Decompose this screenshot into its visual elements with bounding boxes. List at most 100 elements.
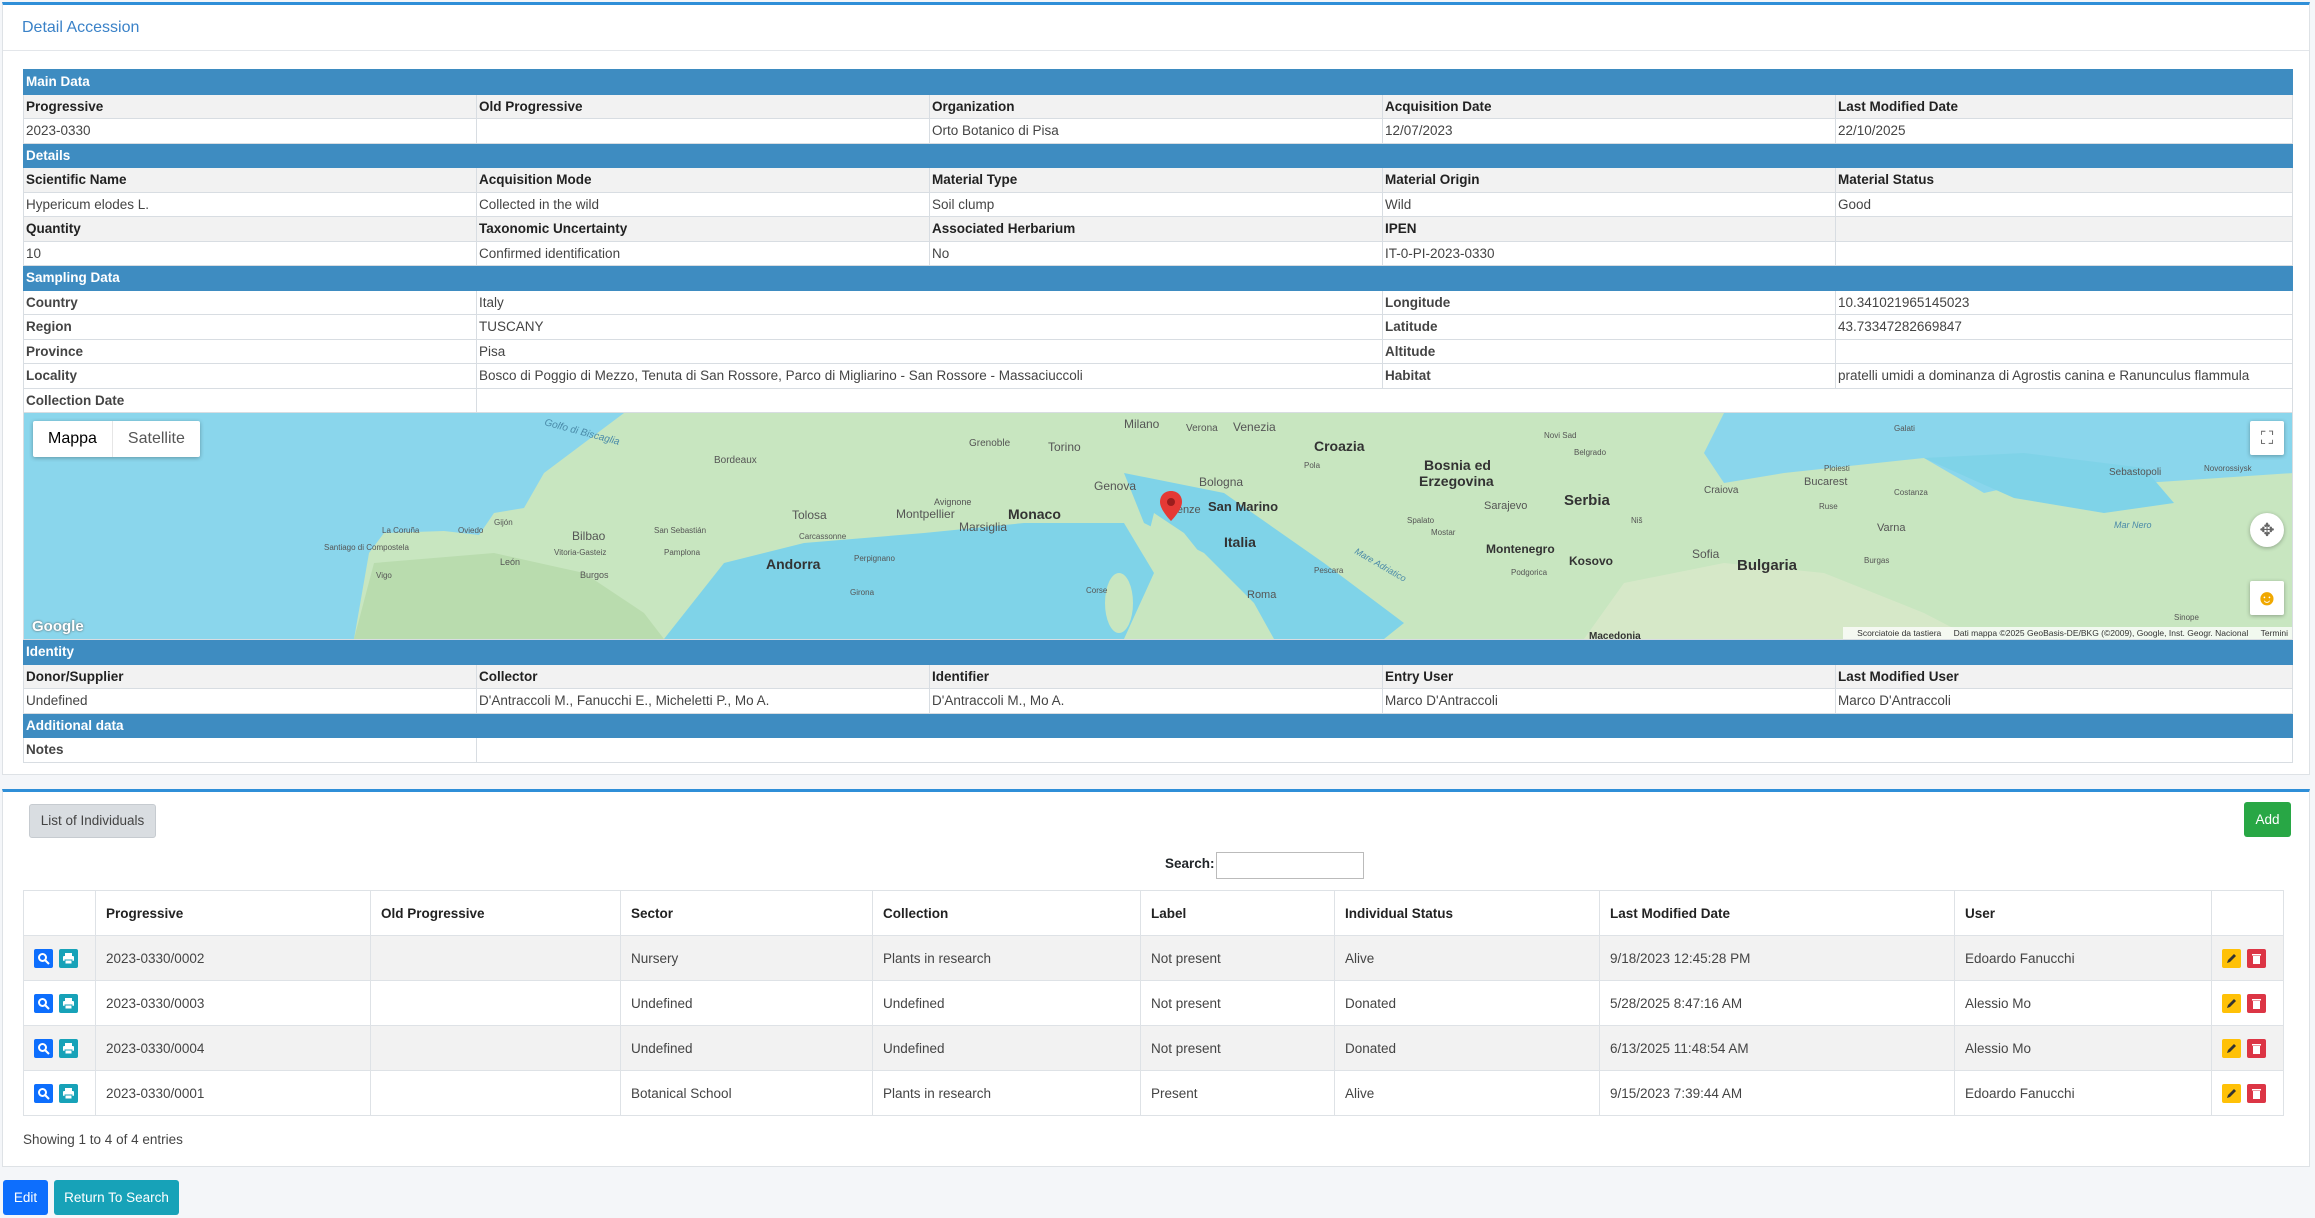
cell-user: Edoardo Fanucchi — [1954, 935, 2212, 981]
map-label: Bologna — [1199, 475, 1243, 489]
row-actions — [23, 935, 96, 981]
view-search-icon[interactable] — [34, 948, 53, 968]
map-label: Girona — [850, 588, 875, 597]
map-label: Mar Nero — [2114, 520, 2152, 530]
map-label: San Marino — [1208, 499, 1278, 514]
map-label: Kosovo — [1569, 554, 1613, 568]
label-province: Province — [23, 338, 477, 364]
delete-trash-icon[interactable] — [2247, 993, 2266, 1013]
column-header-last-modified-date[interactable]: Last Modified Date — [1599, 890, 1955, 936]
map-labels: Golfo di Biscaglia Bordeaux Grenoble Tor… — [324, 417, 2253, 639]
search-input[interactable] — [1216, 852, 1364, 879]
column-header-user[interactable]: User — [1954, 890, 2212, 936]
tab-list-of-individuals[interactable]: List of Individuals — [29, 804, 156, 838]
label-country: Country — [23, 289, 477, 315]
map-type-map-button[interactable]: Mappa — [33, 421, 113, 457]
label-notes: Notes — [23, 737, 477, 763]
value-habitat: pratelli umidi a dominanza di Agrostis c… — [1834, 363, 2294, 389]
map-label: Mostar — [1431, 528, 1456, 537]
individuals-card: List of Individuals Add Search: Progress… — [2, 789, 2310, 1167]
map-label: Podgorica — [1511, 568, 1548, 577]
table-info: Showing 1 to 4 of 4 entries — [23, 1132, 183, 1147]
label-donor-supplier: Donor/Supplier — [23, 663, 477, 689]
map-label: Erzegovina — [1419, 473, 1494, 489]
map-label: Craiova — [1704, 485, 1739, 496]
view-search-icon[interactable] — [34, 1083, 53, 1103]
map-type-satellite-button[interactable]: Satellite — [113, 421, 200, 457]
add-button[interactable]: Add — [2244, 802, 2291, 837]
label-identifier: Identifier — [929, 663, 1383, 689]
map-label: Montenegro — [1486, 542, 1555, 556]
map-label: Italia — [1224, 534, 1256, 550]
map-label: Tolosa — [792, 508, 827, 522]
fullscreen-icon[interactable]: ⛶ — [2250, 421, 2284, 455]
map-attribution: Scorciatoie da tastiera Dati mappa ©2025… — [1843, 627, 2292, 639]
map-pin-icon[interactable] — [1160, 491, 1182, 521]
cell-individual-status: Alive — [1334, 935, 1600, 981]
detail-accession-card: Detail Accession Main Data Progressive O… — [2, 2, 2310, 775]
map-label: Golfo di Biscaglia — [543, 417, 621, 448]
terms-link[interactable]: Termini — [2261, 628, 2288, 638]
label-entry-user: Entry User — [1382, 663, 1836, 689]
column-header-sector[interactable]: Sector — [620, 890, 873, 936]
google-map[interactable]: Golfo di Biscaglia Bordeaux Grenoble Tor… — [24, 413, 2292, 639]
map-label: Bilbao — [572, 529, 606, 543]
value-last-modified-date: 22/10/2025 — [1834, 118, 2294, 144]
map-label: Pescara — [1314, 566, 1344, 575]
individuals-table: Progressive Old Progressive Sector Colle… — [23, 890, 2284, 1116]
label-altitude: Altitude — [1382, 338, 1836, 364]
value-empty — [1834, 240, 2294, 266]
map-label: Sinope — [2174, 613, 2199, 622]
edit-pencil-icon[interactable] — [2222, 948, 2241, 968]
keyboard-shortcuts-link[interactable]: Scorciatoie da tastiera — [1857, 628, 1941, 638]
edit-pencil-icon[interactable] — [2222, 993, 2241, 1013]
pegman-icon[interactable]: ☻ — [2250, 581, 2284, 615]
label-acquisition-mode: Acquisition Mode — [476, 167, 930, 193]
print-icon[interactable] — [59, 1038, 78, 1058]
column-header-progressive[interactable]: Progressive — [95, 890, 371, 936]
column-header-individual-status[interactable]: Individual Status — [1334, 890, 1600, 936]
column-header-old-progressive[interactable]: Old Progressive — [370, 890, 621, 936]
edit-button[interactable]: Edit — [3, 1180, 48, 1215]
camera-control-icon[interactable]: ✥ — [2250, 513, 2284, 547]
value-scientific-name: Hypericum elodes L. — [23, 191, 477, 217]
delete-trash-icon[interactable] — [2247, 948, 2266, 968]
table-row: 2023-0330/0003 Undefined Undefined Not pres… — [23, 980, 2284, 1026]
map-label: Perpignano — [854, 554, 895, 563]
value-latitude: 43.73347282669847 — [1834, 314, 2294, 340]
column-header-collection[interactable]: Collection — [872, 890, 1141, 936]
view-search-icon[interactable] — [34, 1038, 53, 1058]
map-label: Gijón — [494, 518, 513, 527]
delete-trash-icon[interactable] — [2247, 1038, 2266, 1058]
print-icon[interactable] — [59, 993, 78, 1013]
map-label: Santiago di Compostela — [324, 543, 409, 552]
print-icon[interactable] — [59, 1083, 78, 1103]
edit-pencil-icon[interactable] — [2222, 1083, 2241, 1103]
print-icon[interactable] — [59, 948, 78, 968]
map-label: Bordeaux — [714, 455, 757, 466]
map-data-credit: Dati mappa ©2025 GeoBasis-DE/BKG (©2009)… — [1953, 628, 2249, 638]
value-material-type: Soil clump — [929, 191, 1383, 217]
edit-pencil-icon[interactable] — [2222, 1038, 2241, 1058]
map-label: Genova — [1094, 479, 1136, 493]
map-label: León — [500, 557, 520, 567]
cell-collection: Undefined — [872, 1025, 1141, 1071]
map-label: Burgos — [580, 570, 609, 580]
cell-label: Not present — [1140, 935, 1335, 981]
map-label: Mare Adriatico — [1353, 546, 1408, 584]
view-search-icon[interactable] — [34, 993, 53, 1013]
cell-user: Alessio Mo — [1954, 980, 2212, 1026]
card-title: Detail Accession — [22, 19, 140, 36]
map-label: Andorra — [766, 556, 821, 572]
return-to-search-button[interactable]: Return To Search — [54, 1180, 179, 1215]
column-header-label[interactable]: Label — [1140, 890, 1335, 936]
cell-last-modified-date: 9/18/2023 12:45:28 PM — [1599, 935, 1955, 981]
map-label: Varna — [1877, 522, 1906, 534]
delete-trash-icon[interactable] — [2247, 1083, 2266, 1103]
map-label: Vigo — [376, 571, 392, 580]
accession-detail-table: Main Data Progressive Old Progressive Or… — [22, 69, 2294, 763]
map-label: Roma — [1247, 589, 1277, 601]
map-label: Vitoria-Gasteiz — [554, 548, 606, 557]
label-empty — [1834, 216, 2294, 242]
map-label: Corse — [1086, 586, 1108, 595]
